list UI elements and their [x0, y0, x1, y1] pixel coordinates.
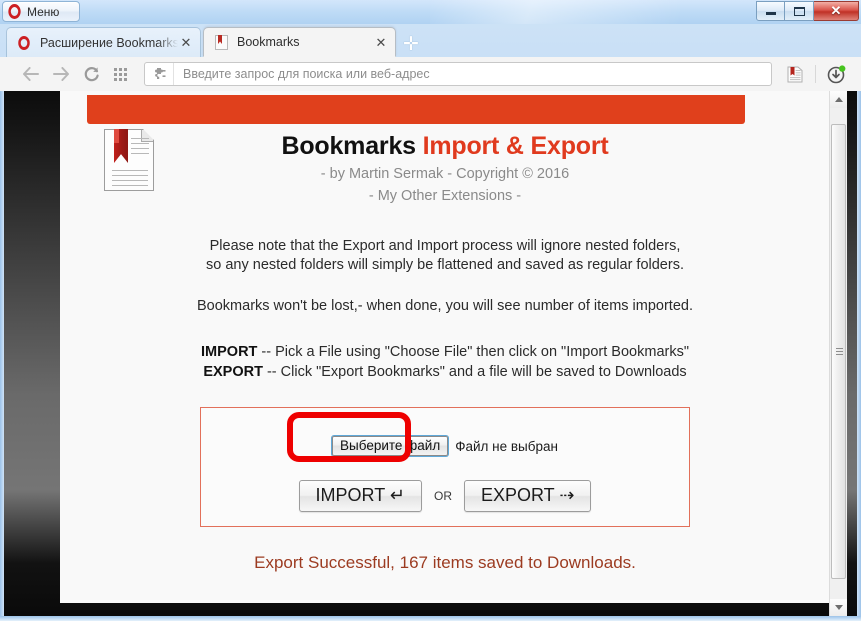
- file-status-label: Файл не выбран: [455, 438, 558, 454]
- or-separator-label: OR: [433, 489, 452, 503]
- title-bar: Меню ✕: [0, 0, 861, 24]
- import-instruction-label: IMPORT: [201, 344, 258, 360]
- tab-strip: Расширение Bookmarks I ✕ Bookmarks ✕ ✛: [0, 24, 861, 57]
- back-arrow-icon[interactable]: [16, 61, 46, 87]
- close-icon: ✕: [830, 3, 842, 18]
- scroll-up-arrow[interactable]: [830, 91, 847, 108]
- bookmarks-safe-note: Bookmarks won't be lost,- when done, you…: [197, 298, 693, 314]
- window-right-edge: [857, 91, 861, 621]
- tab-close-icon[interactable]: ✕: [373, 34, 389, 50]
- bookmark-document-icon: [104, 129, 154, 191]
- usage-instructions: IMPORT -- Pick a File using "Choose File…: [60, 342, 830, 382]
- extension-page: Bookmarks Import & Export - by Martin Se…: [60, 91, 830, 603]
- extension-puzzle-icon: [145, 63, 174, 85]
- import-instruction-text: -- Pick a File using "Choose File" then …: [257, 344, 689, 360]
- page-header: Bookmarks Import & Export - by Martin Se…: [60, 124, 830, 209]
- page-viewport: Bookmarks Import & Export - by Martin Se…: [0, 91, 861, 616]
- export-instruction: EXPORT -- Click "Export Bookmarks" and a…: [60, 362, 830, 382]
- file-input-row: Выберите файл Файл не выбран: [201, 436, 689, 456]
- nested-folders-note: Please note that the Export and Import p…: [60, 237, 830, 275]
- page-body: Bookmarks Import & Export - by Martin Se…: [60, 124, 830, 573]
- navigation-toolbar: [0, 57, 861, 92]
- page-title: Bookmarks Import & Export: [60, 124, 830, 161]
- export-instruction-text: -- Click "Export Bookmarks" and a file w…: [262, 364, 687, 380]
- tab-title: Bookmarks: [237, 35, 300, 49]
- toolbar-divider: [815, 65, 816, 83]
- choose-file-button[interactable]: Выберите файл: [332, 436, 449, 456]
- window-bottom-edge: [0, 616, 861, 621]
- scroll-down-arrow[interactable]: [830, 599, 847, 616]
- import-export-form: Выберите файл Файл не выбран IMPORT ↵ OR…: [200, 407, 690, 527]
- bookmark-document-favicon-icon: [214, 34, 230, 50]
- opera-menu-label: Меню: [27, 4, 60, 19]
- bookmarks-extension-icon[interactable]: [780, 61, 810, 87]
- opera-favicon-icon: [17, 35, 33, 51]
- minimize-button[interactable]: [756, 1, 785, 21]
- note-line-2: so any nested folders will simply be fla…: [206, 257, 684, 273]
- address-input[interactable]: [174, 63, 771, 85]
- author-byline: - by Martin Sermak - Copyright © 2016: [320, 166, 570, 182]
- titlebar-glass-highlight: [430, 0, 680, 24]
- reload-icon[interactable]: [76, 61, 106, 87]
- speed-dial-grid-icon[interactable]: [106, 61, 136, 87]
- status-message: Export Successful, 167 items saved to Do…: [254, 553, 636, 572]
- window-left-edge: [0, 91, 4, 621]
- restore-icon: [793, 6, 805, 16]
- window-controls: ✕: [756, 1, 859, 21]
- minimize-icon: [765, 12, 776, 15]
- maximize-button[interactable]: [785, 1, 814, 21]
- tab-bookmarks[interactable]: Bookmarks ✕: [203, 27, 396, 57]
- page-top-banner: [87, 95, 745, 124]
- tab-extension-page[interactable]: Расширение Bookmarks I ✕: [6, 27, 201, 57]
- close-button[interactable]: ✕: [814, 1, 859, 21]
- export-instruction-label: EXPORT: [203, 364, 263, 380]
- address-bar[interactable]: [144, 62, 772, 86]
- import-bookmarks-button[interactable]: IMPORT ↵: [298, 480, 422, 512]
- downloads-icon[interactable]: [821, 61, 851, 87]
- note-line-1: Please note that the Export and Import p…: [209, 238, 681, 254]
- toolbar-right-icons: [780, 61, 861, 87]
- forward-arrow-icon[interactable]: [46, 61, 76, 87]
- action-button-row: IMPORT ↵ OR EXPORT ⇢: [201, 480, 689, 512]
- page-scrollbar[interactable]: [829, 91, 847, 616]
- tab-close-icon[interactable]: ✕: [178, 35, 194, 51]
- page-title-plain: Bookmarks: [281, 132, 423, 160]
- scrollbar-thumb[interactable]: [831, 124, 846, 579]
- page-title-accent: Import & Export: [422, 132, 609, 160]
- export-bookmarks-button[interactable]: EXPORT ⇢: [463, 480, 592, 512]
- scrollbar-grip: [836, 347, 843, 357]
- tab-title: Расширение Bookmarks I: [40, 35, 178, 50]
- other-extensions-link[interactable]: - My Other Extensions -: [60, 188, 830, 204]
- import-instruction: IMPORT -- Pick a File using "Choose File…: [60, 342, 830, 362]
- browser-window: Меню ✕ Расширение Bookmarks I ✕ Bookmark…: [0, 0, 861, 621]
- opera-menu-button[interactable]: Меню: [2, 1, 80, 22]
- new-tab-button[interactable]: ✛: [400, 33, 422, 55]
- opera-logo-icon: [8, 4, 21, 19]
